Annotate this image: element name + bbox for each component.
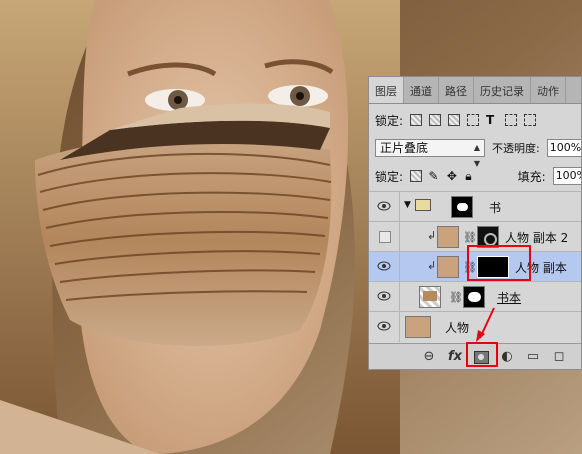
lock-position-icon[interactable] <box>448 114 461 126</box>
move-icon[interactable]: ✥ <box>447 170 458 182</box>
group-mask-thumbnail[interactable] <box>451 196 473 218</box>
panel-tabs: 图层 通道 路径 历史记录 动作 <box>369 77 581 104</box>
opacity-label: 不透明度: <box>492 142 540 155</box>
eye-icon[interactable] <box>377 260 391 272</box>
adjustment-icon[interactable]: ◐ <box>499 349 515 365</box>
new-layer-icon[interactable]: ◻ <box>551 349 567 365</box>
lock-fill-row: 锁定: ✎ ✥ 🔒︎ 填充: 100% <box>369 165 581 187</box>
blend-mode-value: 正片叠底 <box>380 141 429 155</box>
tab-layers[interactable]: 图层 <box>369 77 404 103</box>
lock-row: 锁定: T <box>369 109 581 131</box>
smart-object-thumbnail[interactable] <box>419 286 441 308</box>
text-icon[interactable]: T <box>486 114 498 126</box>
highlight-mask-thumbnail <box>467 245 531 281</box>
link-icon[interactable]: ⊖ <box>421 349 437 365</box>
lock-transparent-icon[interactable] <box>410 114 423 126</box>
fill-label: 填充: <box>517 169 546 184</box>
folder-icon <box>415 199 431 211</box>
red-arrow-icon <box>476 307 495 342</box>
blend-row: 正片叠底 ▲ ▼ 不透明度: 100% <box>369 137 581 168</box>
lock-label: 锁定: <box>375 113 404 128</box>
blend-mode-select[interactable]: 正片叠底 ▲ ▼ <box>375 139 485 168</box>
layer-thumbnail[interactable] <box>437 226 459 248</box>
layer-name: 书 <box>489 201 502 215</box>
tab-actions[interactable]: 动作 <box>531 77 566 103</box>
lock-label-2: 锁定: <box>375 169 404 184</box>
tab-channels[interactable]: 通道 <box>404 77 439 103</box>
layer-row-group[interactable]: ▼ 书 <box>369 191 581 222</box>
visibility-off-box[interactable] <box>379 231 391 243</box>
opacity-input[interactable]: 100% <box>546 139 581 157</box>
crop-icon[interactable] <box>505 114 518 126</box>
clip-arrow-icon: ↲ <box>427 229 437 242</box>
tab-paths[interactable]: 路径 <box>439 77 474 103</box>
expand-arrow-icon[interactable]: ▼ <box>404 200 411 210</box>
layer-name: 人物 副本 2 <box>505 231 569 245</box>
fx-icon[interactable]: fx <box>447 349 463 365</box>
mask-thumbnail[interactable] <box>463 286 485 308</box>
lock-icon[interactable]: 🔒︎ <box>465 170 476 182</box>
layer-name: 书本 <box>497 291 522 305</box>
lock-pixels-icon[interactable] <box>410 170 422 182</box>
lock-image-icon[interactable] <box>429 114 442 126</box>
eye-icon[interactable] <box>377 290 391 302</box>
tab-history[interactable]: 历史记录 <box>474 77 531 103</box>
layer-thumbnail[interactable] <box>405 316 431 338</box>
layer-name: 人物 <box>445 321 470 335</box>
clip-arrow-icon: ↲ <box>427 259 437 272</box>
eye-icon[interactable] <box>377 320 391 332</box>
folder-icon[interactable]: ▭ <box>525 349 541 365</box>
chain-icon[interactable]: ⛓ <box>463 231 477 244</box>
eye-icon[interactable] <box>377 200 391 212</box>
smart-object-icon[interactable] <box>524 114 537 126</box>
transform-icon[interactable] <box>467 114 480 126</box>
brush-icon[interactable]: ✎ <box>429 170 440 182</box>
chain-icon[interactable]: ⛓ <box>449 291 463 304</box>
layer-thumbnail[interactable] <box>437 256 459 278</box>
fill-input[interactable]: 100% <box>552 167 581 185</box>
